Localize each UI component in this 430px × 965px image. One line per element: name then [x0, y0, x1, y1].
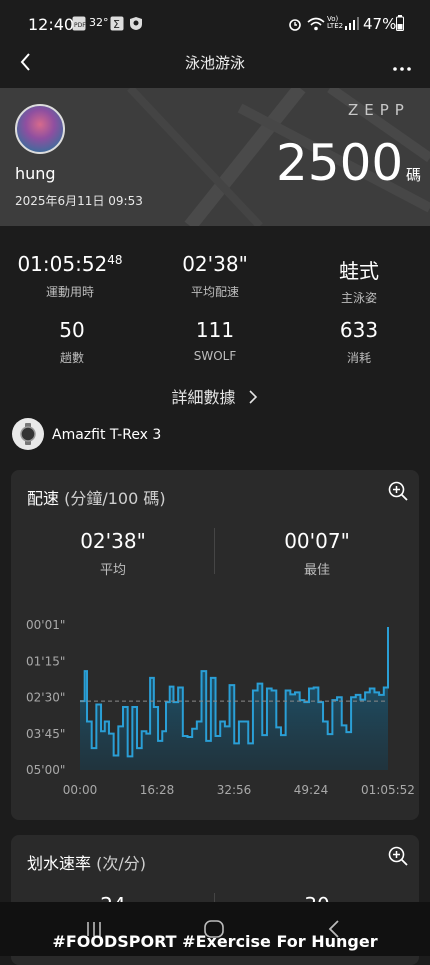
more-options-icon[interactable]	[388, 48, 416, 76]
pace-card: 配速 (分鐘/100 碼) 02'38" 平均 00'07" 最佳 00'01"…	[11, 470, 419, 820]
detailed-data-label: 詳細數據	[171, 388, 236, 407]
workout-datetime: 2025年6月11日 09:53	[15, 194, 143, 208]
zepp-logo: ZEPP	[348, 101, 410, 119]
swolf-value: 111	[195, 318, 235, 342]
laps-value: 50	[59, 318, 85, 342]
main-stroke-value: 蛙式	[339, 259, 379, 283]
zoom-in-icon[interactable]	[387, 480, 409, 502]
distance-unit: 碼	[406, 166, 422, 184]
avg-pace-summary-value: 02'38"	[80, 529, 146, 553]
battery-icon	[396, 15, 404, 31]
status-time: 12:40	[28, 15, 75, 34]
x-tick-label: 00:00	[63, 783, 98, 797]
calories-value: 633	[339, 318, 379, 342]
avg-pace-value: 02'38"	[182, 252, 248, 276]
signal-icon	[345, 17, 359, 30]
battery-percent: 47%	[363, 15, 397, 33]
x-tick-label: 16:28	[140, 783, 175, 797]
distance-value: 2500	[276, 134, 404, 192]
user-name: hung	[15, 164, 56, 183]
stats-grid: 01:05:5248 運動用時 02'38" 平均配速 蛙式 主泳姿 50 趟數…	[0, 226, 430, 376]
duration-label: 運動用時	[45, 285, 94, 299]
user-avatar[interactable]	[15, 104, 65, 154]
x-tick-label: 49:24	[294, 783, 329, 797]
detailed-data-link[interactable]: 詳細數據	[0, 384, 430, 408]
calories-label: 消耗	[346, 351, 371, 365]
shield-icon	[130, 17, 142, 30]
avg-pace-label: 平均配速	[190, 285, 239, 299]
workout-summary-banner: hung 2025年6月11日 09:53 ZEPP 2500 碼	[0, 88, 430, 226]
laps-label: 趟數	[59, 351, 84, 365]
best-pace-summary-value: 00'07"	[284, 529, 350, 553]
zoom-in-icon[interactable]	[387, 845, 409, 867]
y-tick-label: 01'15"	[26, 654, 65, 668]
y-tick-label: 03'45"	[26, 727, 65, 741]
y-tick-label: 02'30"	[26, 691, 65, 705]
duration-value: 01:05:5248	[17, 252, 123, 276]
temperature-text: 32°	[89, 16, 109, 29]
device-name: Amazfit T-Rex 3	[52, 427, 162, 443]
stroke-rate-card-title: 划水速率 (次/分)	[27, 854, 146, 873]
network-label: Vo) LTE2	[327, 15, 344, 30]
watermark-text: #FOODSPORT #Exercise For Hunger	[52, 932, 378, 951]
best-pace-summary-label: 最佳	[303, 563, 330, 578]
app-bar: 泳池游泳	[0, 40, 430, 86]
wifi-icon	[307, 17, 325, 31]
svg-text:Σ: Σ	[113, 18, 120, 31]
chevron-right-icon	[248, 390, 257, 404]
pace-chart[interactable]: 00'01" 01'15" 02'30" 03'45" 05'00" 00:00 16:28…	[11, 610, 419, 810]
y-tick-label: 00'01"	[26, 618, 65, 632]
summary-divider	[214, 528, 215, 574]
avg-pace-summary-label: 平均	[99, 563, 126, 578]
watch-icon	[12, 418, 44, 450]
y-tick-label: 05'00"	[26, 763, 65, 777]
sigma-app-icon: Σ	[110, 16, 124, 31]
pace-card-title: 配速 (分鐘/100 碼)	[27, 489, 166, 508]
swolf-label: SWOLF	[193, 349, 237, 363]
alarm-icon	[289, 19, 301, 31]
pdf-icon: PDF	[72, 16, 86, 31]
x-tick-label: 01:05:52	[361, 783, 415, 797]
x-tick-label: 32:56	[217, 783, 252, 797]
svg-text:PDF: PDF	[74, 22, 86, 29]
page-title: 泳池游泳	[184, 54, 245, 72]
main-stroke-label: 主泳姿	[340, 291, 377, 305]
